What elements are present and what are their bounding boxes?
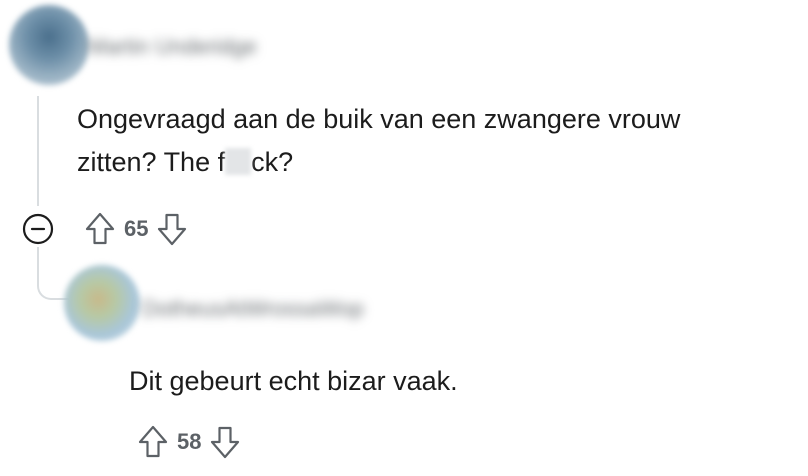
comment-author[interactable]: DotheusAtWrossaWop <box>142 296 364 322</box>
minus-circle-icon <box>22 213 54 245</box>
downvote-button[interactable] <box>209 424 241 460</box>
collapse-thread-button[interactable] <box>22 213 54 245</box>
arrow-down-icon <box>211 426 240 459</box>
vote-score: 58 <box>177 429 202 454</box>
comment-body-line: zitten? The f ck? <box>77 141 680 184</box>
upvote-button[interactable] <box>84 211 116 247</box>
comment-body-line: Ongevraagd aan de buik van een zwangere … <box>77 104 681 134</box>
comment-body: Ongevraagd aan de buik van een zwangere … <box>77 98 680 184</box>
downvote-button[interactable] <box>156 211 188 247</box>
comment-actions: 65 <box>84 211 188 247</box>
arrow-down-icon <box>158 213 187 246</box>
thread-line-collapse <box>37 247 39 277</box>
upvote-button[interactable] <box>137 424 169 460</box>
comment-body-text: ck? <box>251 147 294 177</box>
comment-body-text: zitten? The f <box>77 147 226 177</box>
vote-score: 65 <box>124 216 149 241</box>
arrow-up-icon <box>138 425 168 458</box>
thread-line-main <box>37 96 39 206</box>
arrow-up-icon <box>85 212 115 245</box>
avatar[interactable] <box>9 5 89 85</box>
comment-actions: 58 <box>137 424 241 460</box>
censor-mark <box>225 148 252 175</box>
comment-body: Dit gebeurt echt bizar vaak. <box>129 366 458 396</box>
comment-author[interactable]: Martin Underidge <box>88 34 257 60</box>
avatar[interactable] <box>64 265 140 341</box>
